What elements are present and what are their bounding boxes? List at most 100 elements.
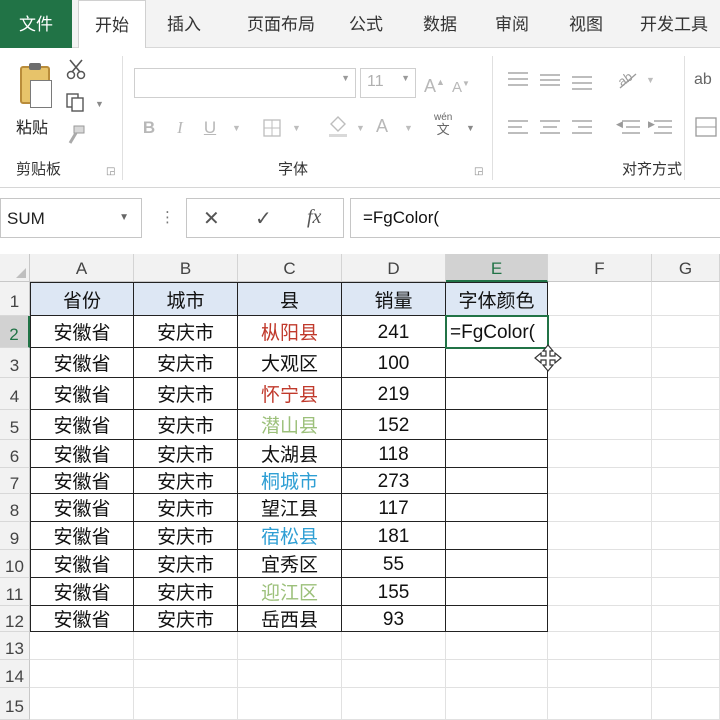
- cell[interactable]: [652, 522, 720, 550]
- copy-dropdown-icon[interactable]: ▼: [95, 94, 104, 114]
- cell[interactable]: [30, 632, 134, 660]
- cell[interactable]: [134, 688, 238, 720]
- column-header-d[interactable]: D: [342, 254, 446, 282]
- bottom-align-icon[interactable]: [572, 70, 594, 90]
- county-cell[interactable]: 桐城市: [238, 468, 342, 494]
- font-color-cell[interactable]: [446, 522, 548, 550]
- province-cell[interactable]: 安徽省: [30, 606, 134, 632]
- county-cell[interactable]: 望江县: [238, 494, 342, 522]
- cell[interactable]: [652, 348, 720, 378]
- tab-home[interactable]: 开始: [78, 0, 146, 49]
- wrap-text-label[interactable]: ab: [694, 70, 712, 90]
- city-cell[interactable]: 安庆市: [134, 606, 238, 632]
- cell[interactable]: [652, 468, 720, 494]
- header-cell[interactable]: 省份: [30, 282, 134, 316]
- font-color-cell[interactable]: [446, 578, 548, 606]
- borders-icon[interactable]: [262, 118, 284, 138]
- merge-icon[interactable]: [694, 116, 718, 138]
- font-color-cell[interactable]: [446, 468, 548, 494]
- province-cell[interactable]: 安徽省: [30, 494, 134, 522]
- sales-cell[interactable]: 55: [342, 550, 446, 578]
- tab-file[interactable]: 文件: [0, 0, 72, 48]
- row-header-1[interactable]: 1: [0, 282, 30, 316]
- font-color-cell[interactable]: [446, 378, 548, 410]
- cell[interactable]: [652, 606, 720, 632]
- county-cell[interactable]: 怀宁县: [238, 378, 342, 410]
- county-cell[interactable]: 岳西县: [238, 606, 342, 632]
- cell[interactable]: [652, 378, 720, 410]
- city-cell[interactable]: 安庆市: [134, 578, 238, 606]
- underline-dropdown-icon[interactable]: ▼: [232, 118, 241, 138]
- row-header-10[interactable]: 10: [0, 550, 30, 578]
- cell[interactable]: [652, 632, 720, 660]
- font-color-icon[interactable]: A: [376, 116, 388, 136]
- city-cell[interactable]: 安庆市: [134, 494, 238, 522]
- format-painter-icon[interactable]: [64, 124, 88, 146]
- header-cell[interactable]: 县: [238, 282, 342, 316]
- cell[interactable]: [446, 632, 548, 660]
- tab-insert[interactable]: 插入: [150, 0, 218, 48]
- insert-function-icon[interactable]: fx: [307, 206, 321, 229]
- tab-data[interactable]: 数据: [410, 0, 470, 48]
- tab-view[interactable]: 视图: [556, 0, 616, 48]
- column-header-a[interactable]: A: [30, 254, 134, 282]
- italic-button[interactable]: I: [172, 118, 188, 138]
- cell[interactable]: [548, 660, 652, 688]
- county-cell[interactable]: 宜秀区: [238, 550, 342, 578]
- cell[interactable]: [548, 410, 652, 440]
- font-color-cell[interactable]: [446, 606, 548, 632]
- row-header-7[interactable]: 7: [0, 468, 30, 494]
- row-header-9[interactable]: 9: [0, 522, 30, 550]
- cell[interactable]: [548, 378, 652, 410]
- cell[interactable]: [548, 348, 652, 378]
- align-center-icon[interactable]: [540, 118, 562, 138]
- fill-color-icon[interactable]: [326, 114, 350, 138]
- cell[interactable]: [342, 688, 446, 720]
- sales-cell[interactable]: 152: [342, 410, 446, 440]
- cell[interactable]: [446, 660, 548, 688]
- cell[interactable]: [652, 410, 720, 440]
- column-header-c[interactable]: C: [238, 254, 342, 282]
- county-cell[interactable]: 迎江区: [238, 578, 342, 606]
- cell[interactable]: [30, 688, 134, 720]
- orientation-icon[interactable]: ab: [614, 66, 640, 90]
- column-header-f[interactable]: F: [548, 254, 652, 282]
- decrease-font-size-icon[interactable]: A▼: [452, 74, 470, 98]
- row-header-2[interactable]: 2: [0, 316, 30, 348]
- cell[interactable]: [652, 494, 720, 522]
- phonetic-guide-icon[interactable]: wén 文: [434, 112, 452, 138]
- province-cell[interactable]: 安徽省: [30, 468, 134, 494]
- cell[interactable]: [238, 660, 342, 688]
- sales-cell[interactable]: 117: [342, 494, 446, 522]
- bold-button[interactable]: B: [140, 118, 158, 138]
- tab-formulas[interactable]: 公式: [336, 0, 396, 48]
- middle-align-icon[interactable]: [540, 70, 562, 90]
- province-cell[interactable]: 安徽省: [30, 378, 134, 410]
- font-color-cell[interactable]: [446, 494, 548, 522]
- province-cell[interactable]: 安徽省: [30, 440, 134, 468]
- chevron-down-icon[interactable]: ▼: [119, 212, 129, 223]
- cell[interactable]: [548, 316, 652, 348]
- name-box[interactable]: SUM ▼: [0, 198, 142, 238]
- sales-cell[interactable]: 273: [342, 468, 446, 494]
- decrease-indent-icon[interactable]: ◀: [616, 118, 640, 138]
- cell[interactable]: [652, 550, 720, 578]
- select-all-button[interactable]: [0, 254, 30, 282]
- cell[interactable]: [548, 440, 652, 468]
- cell[interactable]: [652, 660, 720, 688]
- row-header-11[interactable]: 11: [0, 578, 30, 606]
- city-cell[interactable]: 安庆市: [134, 410, 238, 440]
- tab-page-layout[interactable]: 页面布局: [226, 0, 336, 48]
- cell[interactable]: [342, 660, 446, 688]
- city-cell[interactable]: 安庆市: [134, 550, 238, 578]
- province-cell[interactable]: 安徽省: [30, 550, 134, 578]
- province-cell[interactable]: 安徽省: [30, 578, 134, 606]
- header-cell[interactable]: 城市: [134, 282, 238, 316]
- province-cell[interactable]: 安徽省: [30, 522, 134, 550]
- county-cell[interactable]: 大观区: [238, 348, 342, 378]
- formula-bar-grip-icon[interactable]: ⋮: [160, 208, 175, 226]
- cell[interactable]: [652, 440, 720, 468]
- row-header-12[interactable]: 12: [0, 606, 30, 632]
- column-header-e[interactable]: E: [446, 254, 548, 282]
- cell[interactable]: [548, 688, 652, 720]
